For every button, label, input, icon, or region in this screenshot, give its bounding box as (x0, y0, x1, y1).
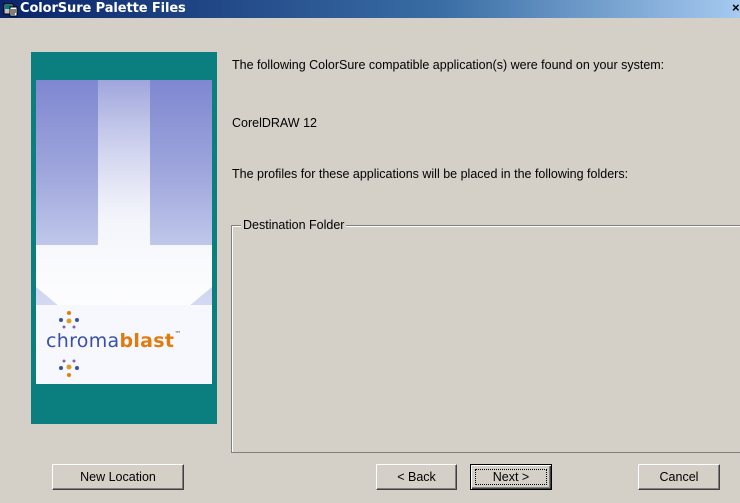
application-name: CorelDRAW 12 (232, 116, 317, 130)
logo-dots-top (59, 311, 79, 329)
back-button[interactable]: < Back (376, 464, 457, 490)
destination-folder-label: Destination Folder (241, 218, 347, 233)
logo-dots-bottom (59, 359, 79, 377)
chromablast-banner: chromablast™ (31, 52, 217, 424)
setup-app-icon (3, 3, 18, 17)
next-button[interactable]: Next > (470, 464, 552, 490)
close-icon[interactable]: × (732, 1, 740, 15)
profiles-note: The profiles for these applications will… (232, 167, 629, 181)
title-bar[interactable]: ColorSure Palette Files × (0, 0, 740, 18)
intro-text: The following ColorSure compatible appli… (232, 58, 665, 72)
chromablast-logo: chromablast™ (36, 305, 212, 384)
logo-wordmark: chromablast™ (46, 330, 182, 352)
window-title: ColorSure Palette Files (20, 1, 186, 16)
banner-graphic: chromablast™ (36, 80, 212, 384)
cancel-button[interactable]: Cancel (638, 464, 720, 490)
new-location-button[interactable]: New Location (52, 464, 184, 490)
destination-folder-group: Destination Folder (231, 218, 740, 453)
